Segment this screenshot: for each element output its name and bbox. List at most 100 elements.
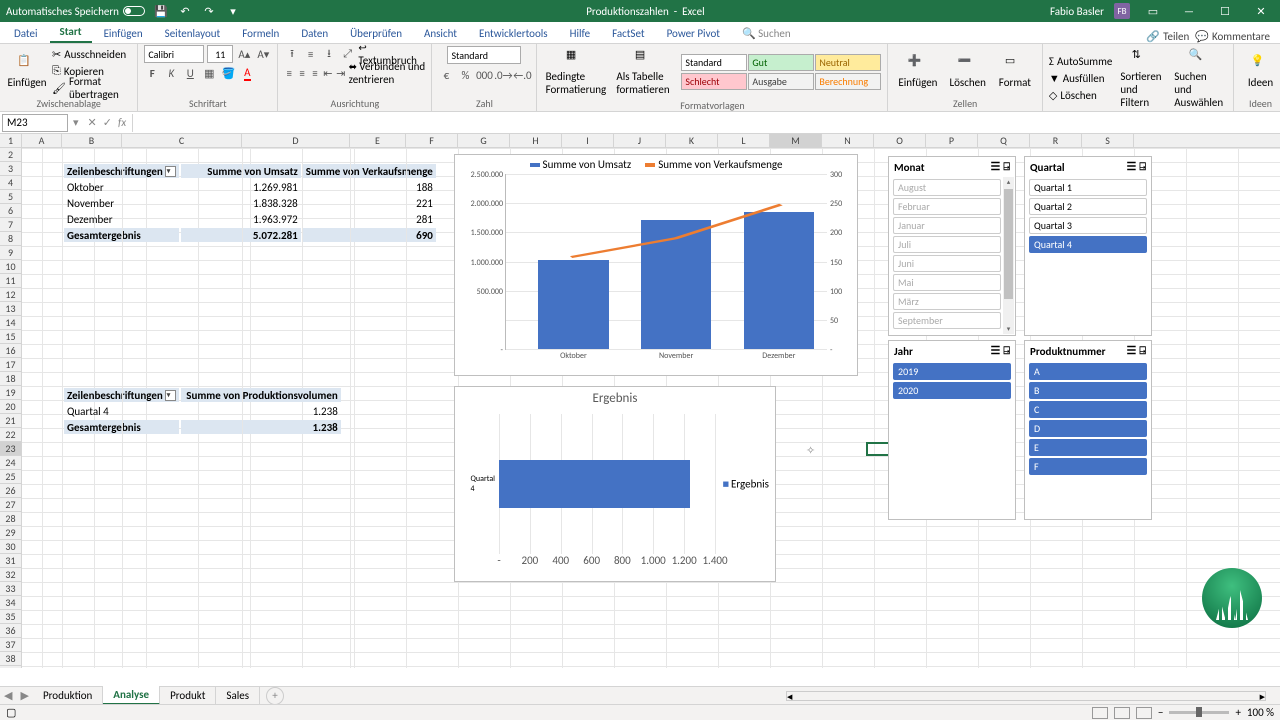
- redo-icon[interactable]: ↷: [201, 3, 217, 19]
- row-header[interactable]: 17: [0, 358, 21, 372]
- tab-einfuegen[interactable]: Einfügen: [94, 24, 153, 43]
- user-name[interactable]: Fabio Basler: [1050, 5, 1104, 18]
- row-header[interactable]: 20: [0, 400, 21, 414]
- align-center-icon[interactable]: ≡: [297, 65, 307, 81]
- column-header[interactable]: C: [122, 134, 242, 148]
- tab-factset[interactable]: FactSet: [602, 24, 655, 43]
- find-select-button[interactable]: 🔍Suchen und Auswählen: [1171, 46, 1227, 111]
- row-header[interactable]: 7: [0, 218, 21, 232]
- scrollbar[interactable]: ▴▾: [1003, 177, 1014, 334]
- dec-dec-icon[interactable]: ←.0: [514, 67, 530, 83]
- indent-dec-icon[interactable]: ⇤: [323, 65, 333, 81]
- slicer-item[interactable]: Quartal 3: [1029, 217, 1147, 234]
- close-icon[interactable]: ✕: [1248, 2, 1274, 20]
- pivot-table-produktion[interactable]: Zeilenbeschriftungen Summe von Produktio…: [62, 386, 343, 436]
- slicer-produktnummer[interactable]: Produktnummer ☰⍈ A B C D E F: [1024, 340, 1152, 520]
- zoom-level[interactable]: 100 %: [1247, 706, 1274, 719]
- zoom-out-icon[interactable]: −: [1158, 706, 1163, 719]
- insert-cells-button[interactable]: ➕Einfügen: [894, 52, 941, 91]
- pivot-table-umsatz[interactable]: Zeilenbeschriftungen Summe von Umsatz Su…: [62, 162, 438, 244]
- currency-icon[interactable]: €: [438, 67, 454, 83]
- multi-select-icon[interactable]: ☰: [1127, 344, 1137, 358]
- row-header[interactable]: 32: [0, 568, 21, 582]
- bold-icon[interactable]: F: [144, 65, 160, 81]
- row-header[interactable]: 27: [0, 498, 21, 512]
- thousands-icon[interactable]: 000: [476, 67, 492, 83]
- slicer-monat[interactable]: Monat ☰⍈ August Februar Januar Juli Juni…: [888, 156, 1016, 336]
- slicer-item[interactable]: A: [1029, 363, 1147, 380]
- search-field[interactable]: 🔍 Suchen: [732, 24, 801, 43]
- slicer-item[interactable]: September: [893, 312, 1001, 329]
- row-header[interactable]: 6: [0, 204, 21, 218]
- column-header[interactable]: G: [458, 134, 510, 148]
- row-header[interactable]: 26: [0, 484, 21, 498]
- horizontal-scrollbar[interactable]: ◀ ▶: [786, 691, 1266, 701]
- row-header[interactable]: 23: [0, 442, 21, 456]
- undo-icon[interactable]: ↶: [177, 3, 193, 19]
- sort-filter-button[interactable]: ⇅Sortieren und Filtern: [1116, 46, 1166, 111]
- align-right-icon[interactable]: ≡: [310, 65, 320, 81]
- row-header[interactable]: 16: [0, 344, 21, 358]
- slicer-item[interactable]: Quartal 4: [1029, 236, 1147, 253]
- border-icon[interactable]: ▦: [201, 65, 217, 81]
- pagebreak-view-icon[interactable]: [1136, 707, 1152, 719]
- row-header[interactable]: 9: [0, 246, 21, 260]
- sheet-tab[interactable]: Sales: [216, 687, 260, 704]
- slicer-quartal[interactable]: Quartal ☰⍈ Quartal 1 Quartal 2 Quartal 3…: [1024, 156, 1152, 336]
- row-header[interactable]: 1: [0, 134, 21, 148]
- font-color-icon[interactable]: A: [239, 65, 255, 81]
- clear-filter-icon[interactable]: ⍈: [1003, 160, 1010, 174]
- chart-ergebnis[interactable]: Ergebnis ■ Ergebnis Quartal 4: [454, 386, 776, 582]
- column-header[interactable]: A: [22, 134, 62, 148]
- slicer-item[interactable]: C: [1029, 401, 1147, 418]
- row-header[interactable]: 24: [0, 456, 21, 470]
- row-header[interactable]: 11: [0, 274, 21, 288]
- row-header[interactable]: 34: [0, 596, 21, 610]
- decrease-font-icon[interactable]: A▾: [255, 46, 271, 62]
- percent-icon[interactable]: %: [457, 67, 473, 83]
- ribbon-mode-icon[interactable]: ▭: [1140, 2, 1166, 20]
- qat-dropdown-icon[interactable]: ▾: [225, 3, 241, 19]
- multi-select-icon[interactable]: ☰: [991, 344, 1001, 358]
- namebox-dropdown-icon[interactable]: ▾: [70, 116, 82, 129]
- chart-umsatz-menge[interactable]: Summe von Umsatz Summe von Verkaufsmenge…: [454, 154, 858, 376]
- column-header[interactable]: K: [666, 134, 718, 148]
- column-header[interactable]: M: [770, 134, 822, 148]
- record-macro-icon[interactable]: ▢: [0, 706, 22, 719]
- format-table-button[interactable]: ▤Als Tabelle formatieren: [612, 46, 677, 98]
- name-box[interactable]: M23: [2, 114, 68, 132]
- clear-button[interactable]: ◇ Löschen: [1049, 88, 1112, 104]
- multi-select-icon[interactable]: ☰: [991, 160, 1001, 174]
- worksheet-grid[interactable]: 1234567891011121314151617181920212223242…: [0, 134, 1280, 668]
- slicer-item[interactable]: Mai: [893, 274, 1001, 291]
- row-header[interactable]: 4: [0, 176, 21, 190]
- row-header[interactable]: 37: [0, 638, 21, 652]
- row-header[interactable]: 14: [0, 316, 21, 330]
- autosum-button[interactable]: Σ AutoSumme: [1049, 54, 1112, 70]
- slicer-item[interactable]: Juli: [893, 236, 1001, 253]
- clear-filter-icon[interactable]: ⍈: [1139, 160, 1146, 174]
- slicer-item[interactable]: Februar: [893, 198, 1001, 215]
- sheet-tab[interactable]: Analyse: [103, 686, 160, 705]
- format-cells-button[interactable]: ▭Format: [994, 52, 1036, 91]
- slicer-item[interactable]: B: [1029, 382, 1147, 399]
- column-header[interactable]: P: [926, 134, 978, 148]
- column-header[interactable]: I: [562, 134, 614, 148]
- column-header[interactable]: O: [874, 134, 926, 148]
- clear-filter-icon[interactable]: ⍈: [1139, 344, 1146, 358]
- row-header[interactable]: 36: [0, 624, 21, 638]
- slicer-item[interactable]: Januar: [893, 217, 1001, 234]
- share-button[interactable]: 🔗 Teilen: [1146, 30, 1189, 43]
- slicer-item[interactable]: Quartal 2: [1029, 198, 1147, 215]
- ideas-button[interactable]: 💡Ideen: [1240, 52, 1280, 91]
- sheet-nav-next-icon[interactable]: ▶: [16, 689, 32, 702]
- column-header[interactable]: D: [242, 134, 350, 148]
- row-header[interactable]: 12: [0, 288, 21, 302]
- cell-styles-gallery[interactable]: Standard Gut Neutral Schlecht Ausgabe Be…: [681, 54, 881, 91]
- column-header[interactable]: H: [510, 134, 562, 148]
- autosave-toggle[interactable]: Automatisches Speichern: [6, 5, 145, 18]
- tab-hilfe[interactable]: Hilfe: [560, 24, 600, 43]
- merge-button[interactable]: ⬌ Verbinden und zentrieren: [349, 60, 426, 86]
- row-header[interactable]: 29: [0, 526, 21, 540]
- enter-formula-icon[interactable]: ✓: [103, 116, 112, 129]
